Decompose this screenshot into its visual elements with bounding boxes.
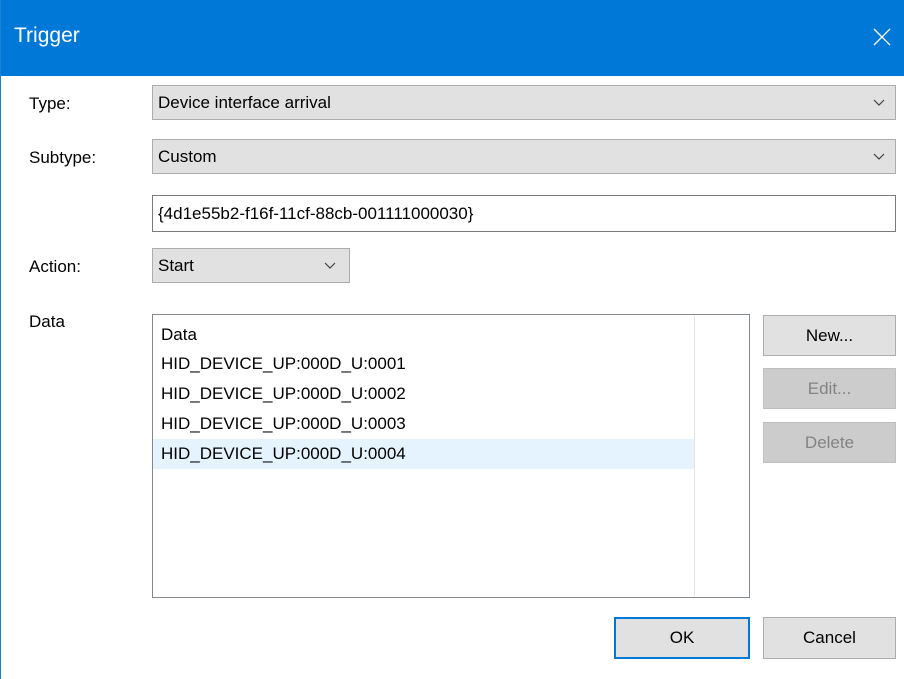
delete-button-label: Delete (804, 432, 855, 452)
list-item-label: HID_DEVICE_UP:000D_U:0001 (161, 354, 406, 373)
delete-button[interactable]: Delete (763, 422, 896, 463)
close-icon (873, 28, 891, 46)
subtype-label: Subtype: (29, 148, 97, 167)
cancel-button[interactable]: Cancel (763, 617, 896, 659)
chevron-down-icon (324, 262, 336, 269)
type-label: Type: (29, 94, 71, 113)
type-dropdown[interactable]: Device interface arrival (152, 85, 896, 120)
edit-button[interactable]: Edit... (763, 368, 896, 409)
list-item[interactable]: HID_DEVICE_UP:000D_U:0001 (153, 349, 694, 379)
chevron-down-icon (873, 153, 885, 160)
edit-button-label: Edit... (807, 378, 852, 398)
close-button[interactable] (859, 0, 904, 76)
action-label: Action: (29, 257, 81, 276)
window-title: Trigger (14, 24, 80, 47)
list-item-label: HID_DEVICE_UP:000D_U:0002 (161, 384, 406, 403)
trigger-dialog: Trigger Type: Device interface arrival S… (0, 0, 904, 679)
list-item-label: HID_DEVICE_UP:000D_U:0003 (161, 414, 406, 433)
chevron-down-icon (873, 99, 885, 106)
guid-input[interactable]: {4d1e55b2-f16f-11cf-88cb-001111000030} (152, 195, 896, 232)
column-separator (694, 315, 695, 597)
title-bar: Trigger (1, 0, 904, 76)
data-column-header[interactable]: Data (161, 325, 197, 345)
list-item-label: HID_DEVICE_UP:000D_U:0004 (161, 444, 406, 463)
ok-button-label: OK (669, 628, 695, 647)
action-dropdown[interactable]: Start (152, 248, 350, 283)
subtype-dropdown[interactable]: Custom (152, 139, 896, 174)
list-item[interactable]: HID_DEVICE_UP:000D_U:0003 (153, 409, 694, 439)
data-label: Data (29, 312, 65, 331)
new-button[interactable]: New... (763, 315, 896, 356)
guid-input-value: {4d1e55b2-f16f-11cf-88cb-001111000030} (158, 203, 474, 223)
list-item-selected[interactable]: HID_DEVICE_UP:000D_U:0004 (153, 439, 694, 469)
type-dropdown-value: Device interface arrival (158, 92, 331, 112)
action-dropdown-value: Start (158, 255, 194, 275)
new-button-label: New... (805, 325, 854, 345)
subtype-dropdown-value: Custom (158, 146, 217, 166)
list-item[interactable]: HID_DEVICE_UP:000D_U:0002 (153, 379, 694, 409)
cancel-button-label: Cancel (803, 628, 856, 647)
data-list[interactable]: Data HID_DEVICE_UP:000D_U:0001 HID_DEVIC… (152, 314, 750, 598)
ok-button[interactable]: OK (614, 617, 750, 659)
